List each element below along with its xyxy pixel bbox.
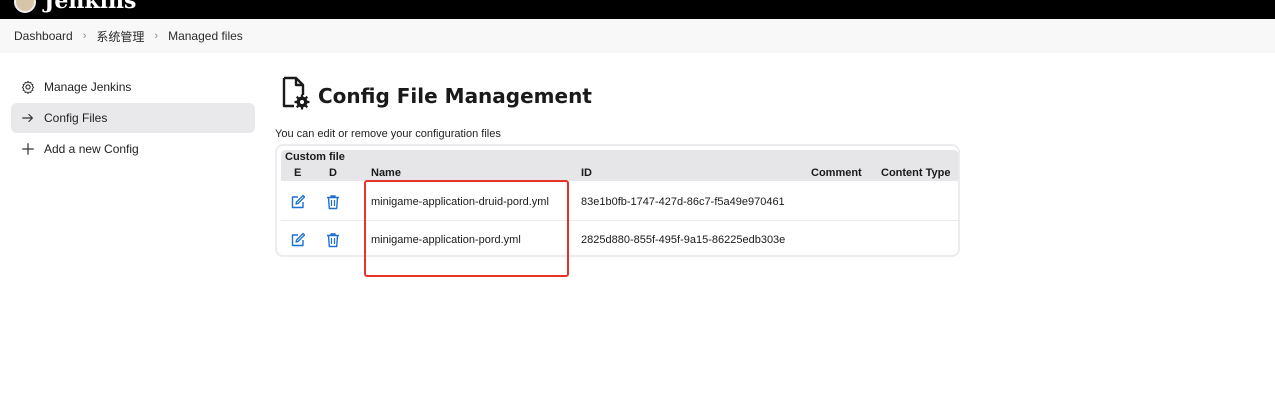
- sidebar-item-label: Manage Jenkins: [44, 80, 132, 94]
- column-header-delete: D: [329, 167, 337, 179]
- brand-name[interactable]: Jenkins: [44, 0, 136, 14]
- delete-icon[interactable]: [325, 183, 341, 220]
- page-header: Config File Management: [280, 76, 592, 115]
- column-header-edit: E: [294, 167, 302, 179]
- column-header-id[interactable]: ID: [581, 165, 592, 181]
- sidebar-item-config-files[interactable]: Config Files: [11, 103, 255, 133]
- page-description: You can edit or remove your configuratio…: [275, 128, 501, 140]
- file-id: 83e1b0fb-1747-427d-86c7-f5a49e970461: [581, 195, 785, 208]
- column-header-comment[interactable]: Comment: [811, 165, 862, 181]
- sidebar: Manage Jenkins Config Files Add a new Co…: [11, 72, 255, 165]
- file-name[interactable]: minigame-application-druid-pord.yml: [371, 183, 549, 220]
- edit-icon[interactable]: [290, 183, 306, 220]
- top-bar: Jenkins: [0, 0, 1275, 19]
- chevron-right-icon: ›: [82, 30, 87, 42]
- arrow-right-icon: [21, 111, 35, 125]
- plus-icon: [21, 142, 35, 156]
- sidebar-item-label: Add a new Config: [44, 142, 139, 156]
- table-row: minigame-application-pord.yml 2825d880-8…: [281, 221, 958, 255]
- table-header-row: E D Name ID Comment Content Type: [281, 165, 958, 181]
- file-id: 2825d880-855f-495f-9a15-86225edb303e: [581, 233, 786, 246]
- breadcrumb-dashboard[interactable]: Dashboard: [14, 29, 73, 43]
- column-header-name[interactable]: Name: [371, 165, 401, 181]
- breadcrumb-system-management[interactable]: 系统管理: [96, 28, 144, 45]
- sidebar-item-label: Config Files: [44, 111, 108, 125]
- config-file-icon: [280, 76, 312, 115]
- section-title: Custom file: [281, 150, 958, 165]
- jenkins-logo-icon[interactable]: [14, 0, 36, 13]
- config-files-table: Custom file E D Name ID Comment Content …: [275, 144, 960, 257]
- sidebar-item-manage-jenkins[interactable]: Manage Jenkins: [11, 72, 255, 102]
- breadcrumb-managed-files[interactable]: Managed files: [168, 29, 243, 43]
- gear-icon: [21, 80, 35, 94]
- page-title: Config File Management: [318, 83, 592, 108]
- chevron-right-icon: ›: [154, 30, 159, 42]
- delete-icon[interactable]: [325, 221, 341, 255]
- column-header-content-type[interactable]: Content Type: [881, 165, 950, 181]
- file-name[interactable]: minigame-application-pord.yml: [371, 221, 521, 255]
- edit-icon[interactable]: [290, 221, 306, 255]
- breadcrumb: Dashboard › 系统管理 › Managed files: [0, 19, 1275, 53]
- table-row: minigame-application-druid-pord.yml 83e1…: [281, 183, 958, 220]
- sidebar-item-add-config[interactable]: Add a new Config: [11, 134, 255, 164]
